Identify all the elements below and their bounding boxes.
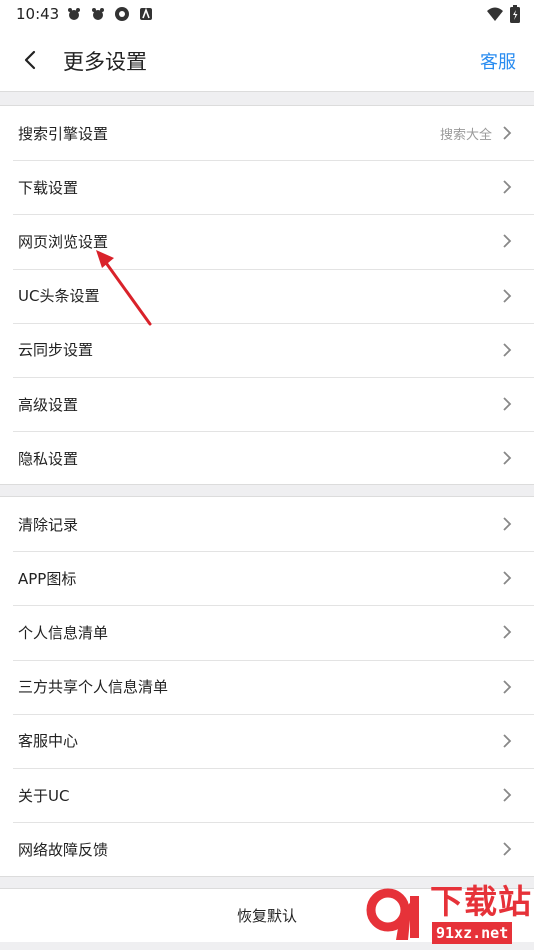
watermark-logo-icon: [366, 888, 419, 940]
page-title: 更多设置: [63, 50, 147, 74]
customer-service-center-item[interactable]: 客服中心: [0, 713, 534, 768]
list-item-label: 客服中心: [18, 732, 79, 751]
advanced-settings-item[interactable]: 高级设置: [0, 376, 534, 431]
status-right-icons: [486, 5, 520, 27]
chevron-right-icon: [500, 180, 514, 194]
chevron-right-icon: [500, 517, 514, 531]
wifi-icon: [486, 6, 504, 26]
list-item-label: 下载设置: [18, 178, 79, 197]
chevron-right-icon: [500, 451, 514, 465]
list-item-label: 隐私设置: [18, 449, 79, 468]
watermark: 下载站 91xz.net: [358, 880, 534, 946]
chevron-right-icon: [500, 625, 514, 640]
chevron-right-icon: [500, 343, 514, 357]
app-icon-item[interactable]: APP图标: [0, 551, 534, 605]
download-settings-item[interactable]: 下载设置: [0, 160, 534, 214]
list-item-label: 搜索引擎设置: [18, 124, 109, 143]
search-engine-settings-item[interactable]: 搜索引擎设置 搜索大全: [0, 106, 534, 160]
paw-notification-icon: [90, 6, 106, 22]
battery-icon: [510, 5, 520, 27]
settings-group-1: 搜索引擎设置 搜索大全 下载设置 网页浏览设置 UC头条设置 云同步设置 高级设…: [0, 105, 534, 485]
chevron-right-icon: [500, 289, 514, 303]
privacy-settings-item[interactable]: 隐私设置: [0, 431, 534, 485]
network-feedback-item[interactable]: 网络故障反馈: [0, 822, 534, 876]
list-item-label: 三方共享个人信息清单: [18, 678, 169, 697]
chevron-right-icon: [500, 571, 514, 585]
paw-notification-icon: [66, 6, 82, 22]
chevron-right-icon: [500, 734, 514, 748]
status-bar: 10:43: [0, 0, 534, 28]
chevron-right-icon: [500, 680, 514, 694]
list-item-label: 云同步设置: [18, 341, 94, 360]
chevron-right-icon: [500, 397, 514, 411]
cloud-sync-settings-item[interactable]: 云同步设置: [0, 322, 534, 377]
aperture-notification-icon: [114, 6, 130, 22]
list-item-label: 清除记录: [18, 515, 79, 534]
restore-defaults-label: 恢复默认: [236, 907, 297, 925]
chevron-right-icon: [500, 126, 514, 140]
clear-records-item[interactable]: 清除记录: [0, 497, 534, 551]
back-button[interactable]: [14, 44, 46, 76]
list-item-label: 高级设置: [18, 395, 79, 414]
annotation-arrow-icon: [96, 250, 152, 326]
watermark-title: 下载站: [430, 882, 532, 921]
customer-service-link[interactable]: 客服: [480, 48, 516, 74]
watermark-url: 91xz.net: [432, 922, 513, 944]
notification-icons: [66, 6, 154, 22]
web-browsing-settings-item[interactable]: 网页浏览设置: [0, 214, 534, 268]
chevron-right-icon: [500, 788, 514, 802]
chevron-left-icon: [24, 50, 36, 70]
list-item-label: APP图标: [18, 569, 77, 588]
chevron-right-icon: [500, 842, 514, 856]
personal-info-list-item[interactable]: 个人信息清单: [0, 605, 534, 659]
list-item-value: 搜索大全: [439, 127, 492, 143]
app-notification-icon: [138, 6, 154, 22]
settings-group-2: 清除记录 APP图标 个人信息清单 三方共享个人信息清单 客服中心 关于UC 网…: [0, 496, 534, 877]
chevron-right-icon: [500, 234, 514, 249]
uc-headlines-settings-item[interactable]: UC头条设置: [0, 268, 534, 323]
list-item-label: UC头条设置: [18, 287, 100, 306]
status-time: 10:43: [16, 5, 60, 23]
list-item-label: 网络故障反馈: [18, 840, 109, 859]
list-item-label: 关于UC: [18, 786, 70, 805]
about-uc-item[interactable]: 关于UC: [0, 767, 534, 822]
app-header: 更多设置 客服: [0, 28, 534, 92]
list-item-label: 个人信息清单: [18, 623, 109, 642]
third-party-sharing-list-item[interactable]: 三方共享个人信息清单: [0, 659, 534, 714]
